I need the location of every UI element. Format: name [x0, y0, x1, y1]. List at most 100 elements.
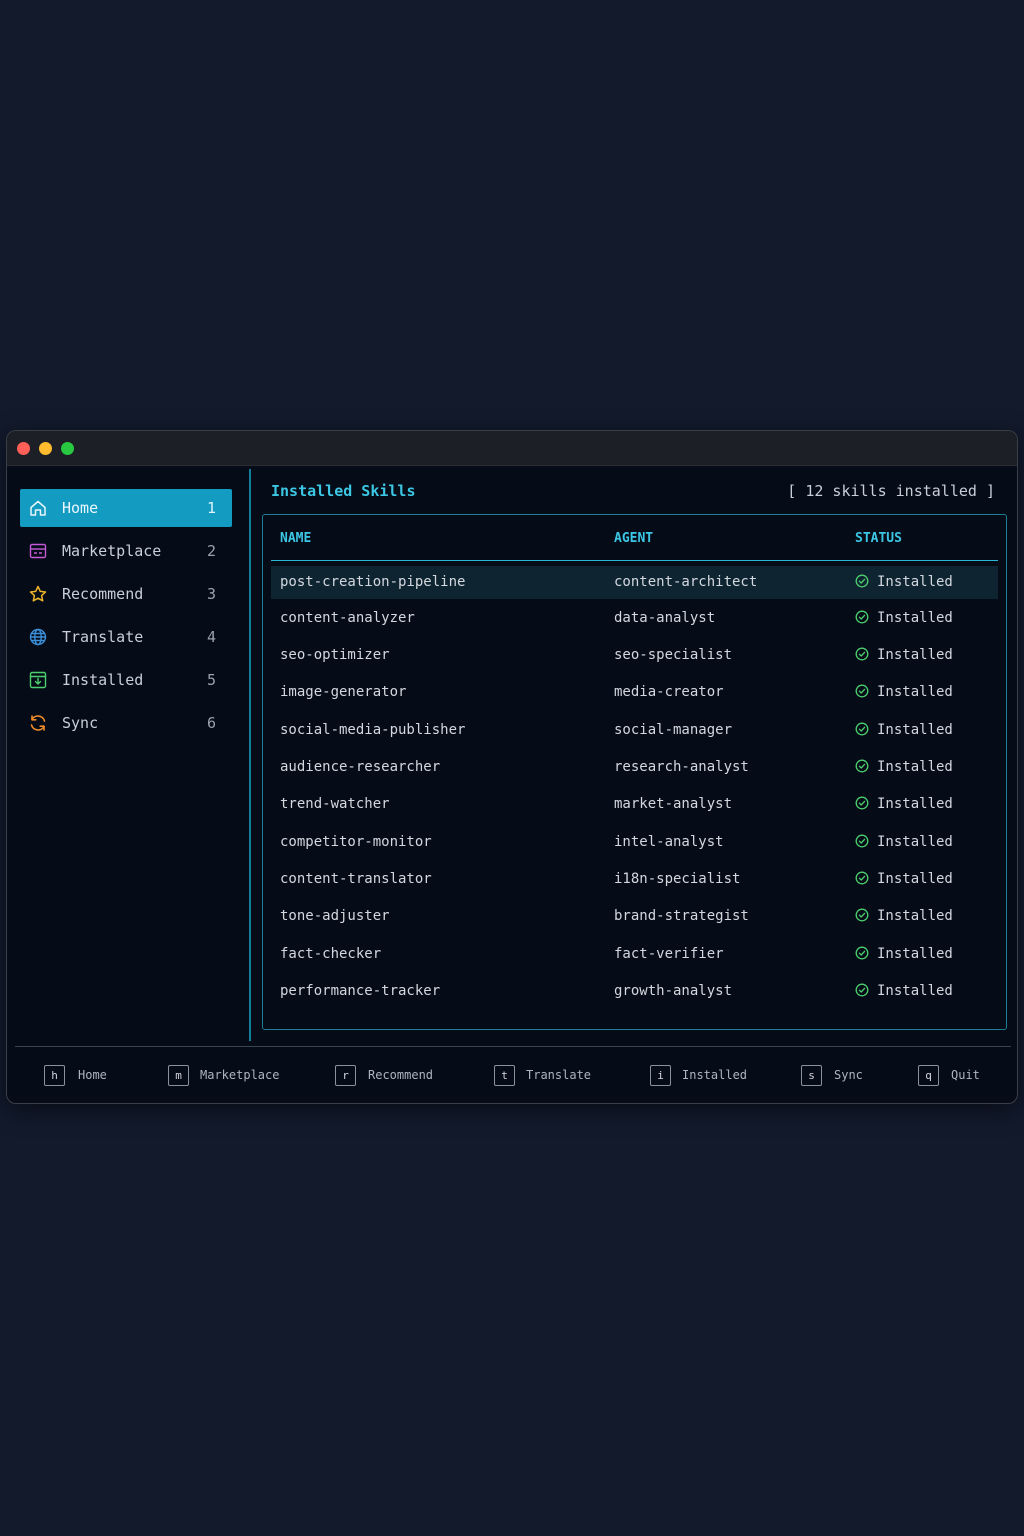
sidebar-item-shortcut: 4 [206, 628, 216, 646]
sidebar-item-shortcut: 5 [206, 671, 216, 689]
shortcut-key-recommend[interactable]: r [335, 1065, 356, 1086]
table-row[interactable]: audience-researcher research-analyst Insta… [271, 751, 998, 784]
table-row[interactable]: image-generator media-creator Installed [271, 676, 998, 709]
agent-name: brand-strategist [614, 908, 749, 924]
table-row[interactable]: fact-checker fact-verifier Installed [271, 938, 998, 971]
check-circle-icon [855, 759, 869, 773]
skill-name: performance-tracker [280, 983, 441, 999]
shortcut-key-home[interactable]: h [44, 1065, 65, 1086]
check-circle-icon [855, 722, 869, 736]
status-text: Installed [877, 684, 953, 700]
sidebar-item-shortcut: 1 [206, 499, 216, 517]
shortcut-label-quit: Quit [951, 1068, 980, 1082]
shortcut-label-translate: Translate [526, 1068, 592, 1082]
check-circle-icon [855, 983, 869, 997]
skill-name: image-generator [280, 684, 407, 700]
skills-table: NAME AGENT STATUS post-creation-pipeline… [262, 514, 1007, 1030]
shortcut-key-translate[interactable]: t [494, 1065, 515, 1086]
skill-name: competitor-monitor [280, 834, 432, 850]
table-row[interactable]: content-analyzer data-analyst Installed [271, 602, 998, 635]
check-circle-icon [855, 796, 869, 810]
skill-name: post-creation-pipeline [280, 574, 466, 590]
status-text: Installed [877, 610, 953, 626]
column-header-status[interactable]: STATUS [855, 531, 902, 546]
shortcut-label-marketplace: Marketplace [200, 1068, 280, 1082]
close-window-button[interactable] [17, 442, 30, 455]
table-row[interactable]: competitor-monitor intel-analyst Installed [271, 826, 998, 859]
status-text: Installed [877, 647, 953, 663]
sidebar-item-installed[interactable]: Installed 5 [20, 661, 232, 699]
sidebar-divider [249, 469, 251, 1041]
skill-name: seo-optimizer [280, 647, 390, 663]
status-text: Installed [877, 871, 953, 887]
table-header: NAME AGENT STATUS [271, 515, 998, 561]
table-row[interactable]: post-creation-pipeline content-architect I… [271, 566, 998, 599]
column-header-agent[interactable]: AGENT [614, 531, 653, 546]
sidebar-item-shortcut: 6 [206, 714, 216, 732]
table-row[interactable]: tone-adjuster brand-strategist Installed [271, 900, 998, 933]
agent-name: media-creator [614, 684, 724, 700]
skill-name: trend-watcher [280, 796, 390, 812]
check-circle-icon [855, 647, 869, 661]
sidebar-item-shortcut: 3 [206, 585, 216, 603]
skill-name: audience-researcher [280, 759, 441, 775]
globe-icon [29, 628, 47, 646]
sidebar-item-recommend[interactable]: Recommend 3 [20, 575, 232, 613]
shortcut-key-sync[interactable]: s [801, 1065, 822, 1086]
agent-name: growth-analyst [614, 983, 733, 999]
skill-name: social-media-publisher [280, 722, 466, 738]
skill-name: content-analyzer [280, 610, 415, 626]
shortcut-label-sync: Sync [834, 1068, 863, 1082]
shortcut-label-installed: Installed [682, 1068, 748, 1082]
agent-name: i18n-specialist [614, 871, 741, 887]
agent-name: intel-analyst [614, 834, 724, 850]
sidebar-item-label: Sync [62, 714, 99, 732]
table-row[interactable]: social-media-publisher social-manager Inst… [271, 714, 998, 747]
sidebar-item-label: Home [62, 499, 99, 517]
shortcut-label-home: Home [78, 1068, 107, 1082]
shortcut-key-quit[interactable]: q [918, 1065, 939, 1086]
sync-icon [30, 715, 46, 731]
skill-name: fact-checker [280, 946, 382, 962]
sidebar-item-home[interactable]: Home 1 [20, 489, 232, 527]
sidebar-item-label: Translate [62, 628, 144, 646]
table-row[interactable]: seo-optimizer seo-specialist Installed [271, 639, 998, 672]
column-header-name[interactable]: NAME [280, 531, 311, 546]
status-text: Installed [877, 983, 953, 999]
check-circle-icon [855, 574, 869, 588]
check-circle-icon [855, 908, 869, 922]
store-icon [29, 543, 47, 559]
title-bar [7, 431, 1017, 466]
shortcut-bar: h Home m Marketplace r Recommend t Trans… [7, 1047, 1017, 1103]
sidebar-item-translate[interactable]: Translate 4 [20, 618, 232, 656]
status-text: Installed [877, 796, 953, 812]
check-circle-icon [855, 871, 869, 885]
status-text: Installed [877, 834, 953, 850]
agent-name: research-analyst [614, 759, 749, 775]
sidebar-item-shortcut: 2 [206, 542, 216, 560]
table-row[interactable]: content-translator i18n-specialist Install… [271, 863, 998, 896]
maximize-window-button[interactable] [61, 442, 74, 455]
shortcut-key-installed[interactable]: i [650, 1065, 671, 1086]
agent-name: seo-specialist [614, 647, 733, 663]
agent-name: data-analyst [614, 610, 716, 626]
status-text: Installed [877, 759, 953, 775]
shortcut-label-recommend: Recommend [368, 1068, 434, 1082]
sidebar-item-marketplace[interactable]: Marketplace 2 [20, 532, 232, 570]
agent-name: market-analyst [614, 796, 733, 812]
sidebar-item-sync[interactable]: Sync 6 [20, 704, 232, 742]
table-row[interactable]: performance-tracker growth-analyst Install… [271, 975, 998, 1008]
download-box-icon [29, 671, 47, 689]
shortcut-key-marketplace[interactable]: m [168, 1065, 189, 1086]
skill-name: tone-adjuster [280, 908, 390, 924]
check-circle-icon [855, 684, 869, 698]
table-row[interactable]: trend-watcher market-analyst Installed [271, 788, 998, 821]
check-circle-icon [855, 834, 869, 848]
status-text: Installed [877, 574, 953, 590]
page-title: Installed Skills [271, 482, 416, 500]
minimize-window-button[interactable] [39, 442, 52, 455]
agent-name: content-architect [614, 574, 758, 590]
app-window: Home 1 Marketplace 2 Recommend 3 Transla… [6, 430, 1018, 1104]
sidebar: Home 1 Marketplace 2 Recommend 3 Transla… [20, 489, 232, 747]
installed-count: [ 12 skills installed ] [787, 482, 995, 500]
